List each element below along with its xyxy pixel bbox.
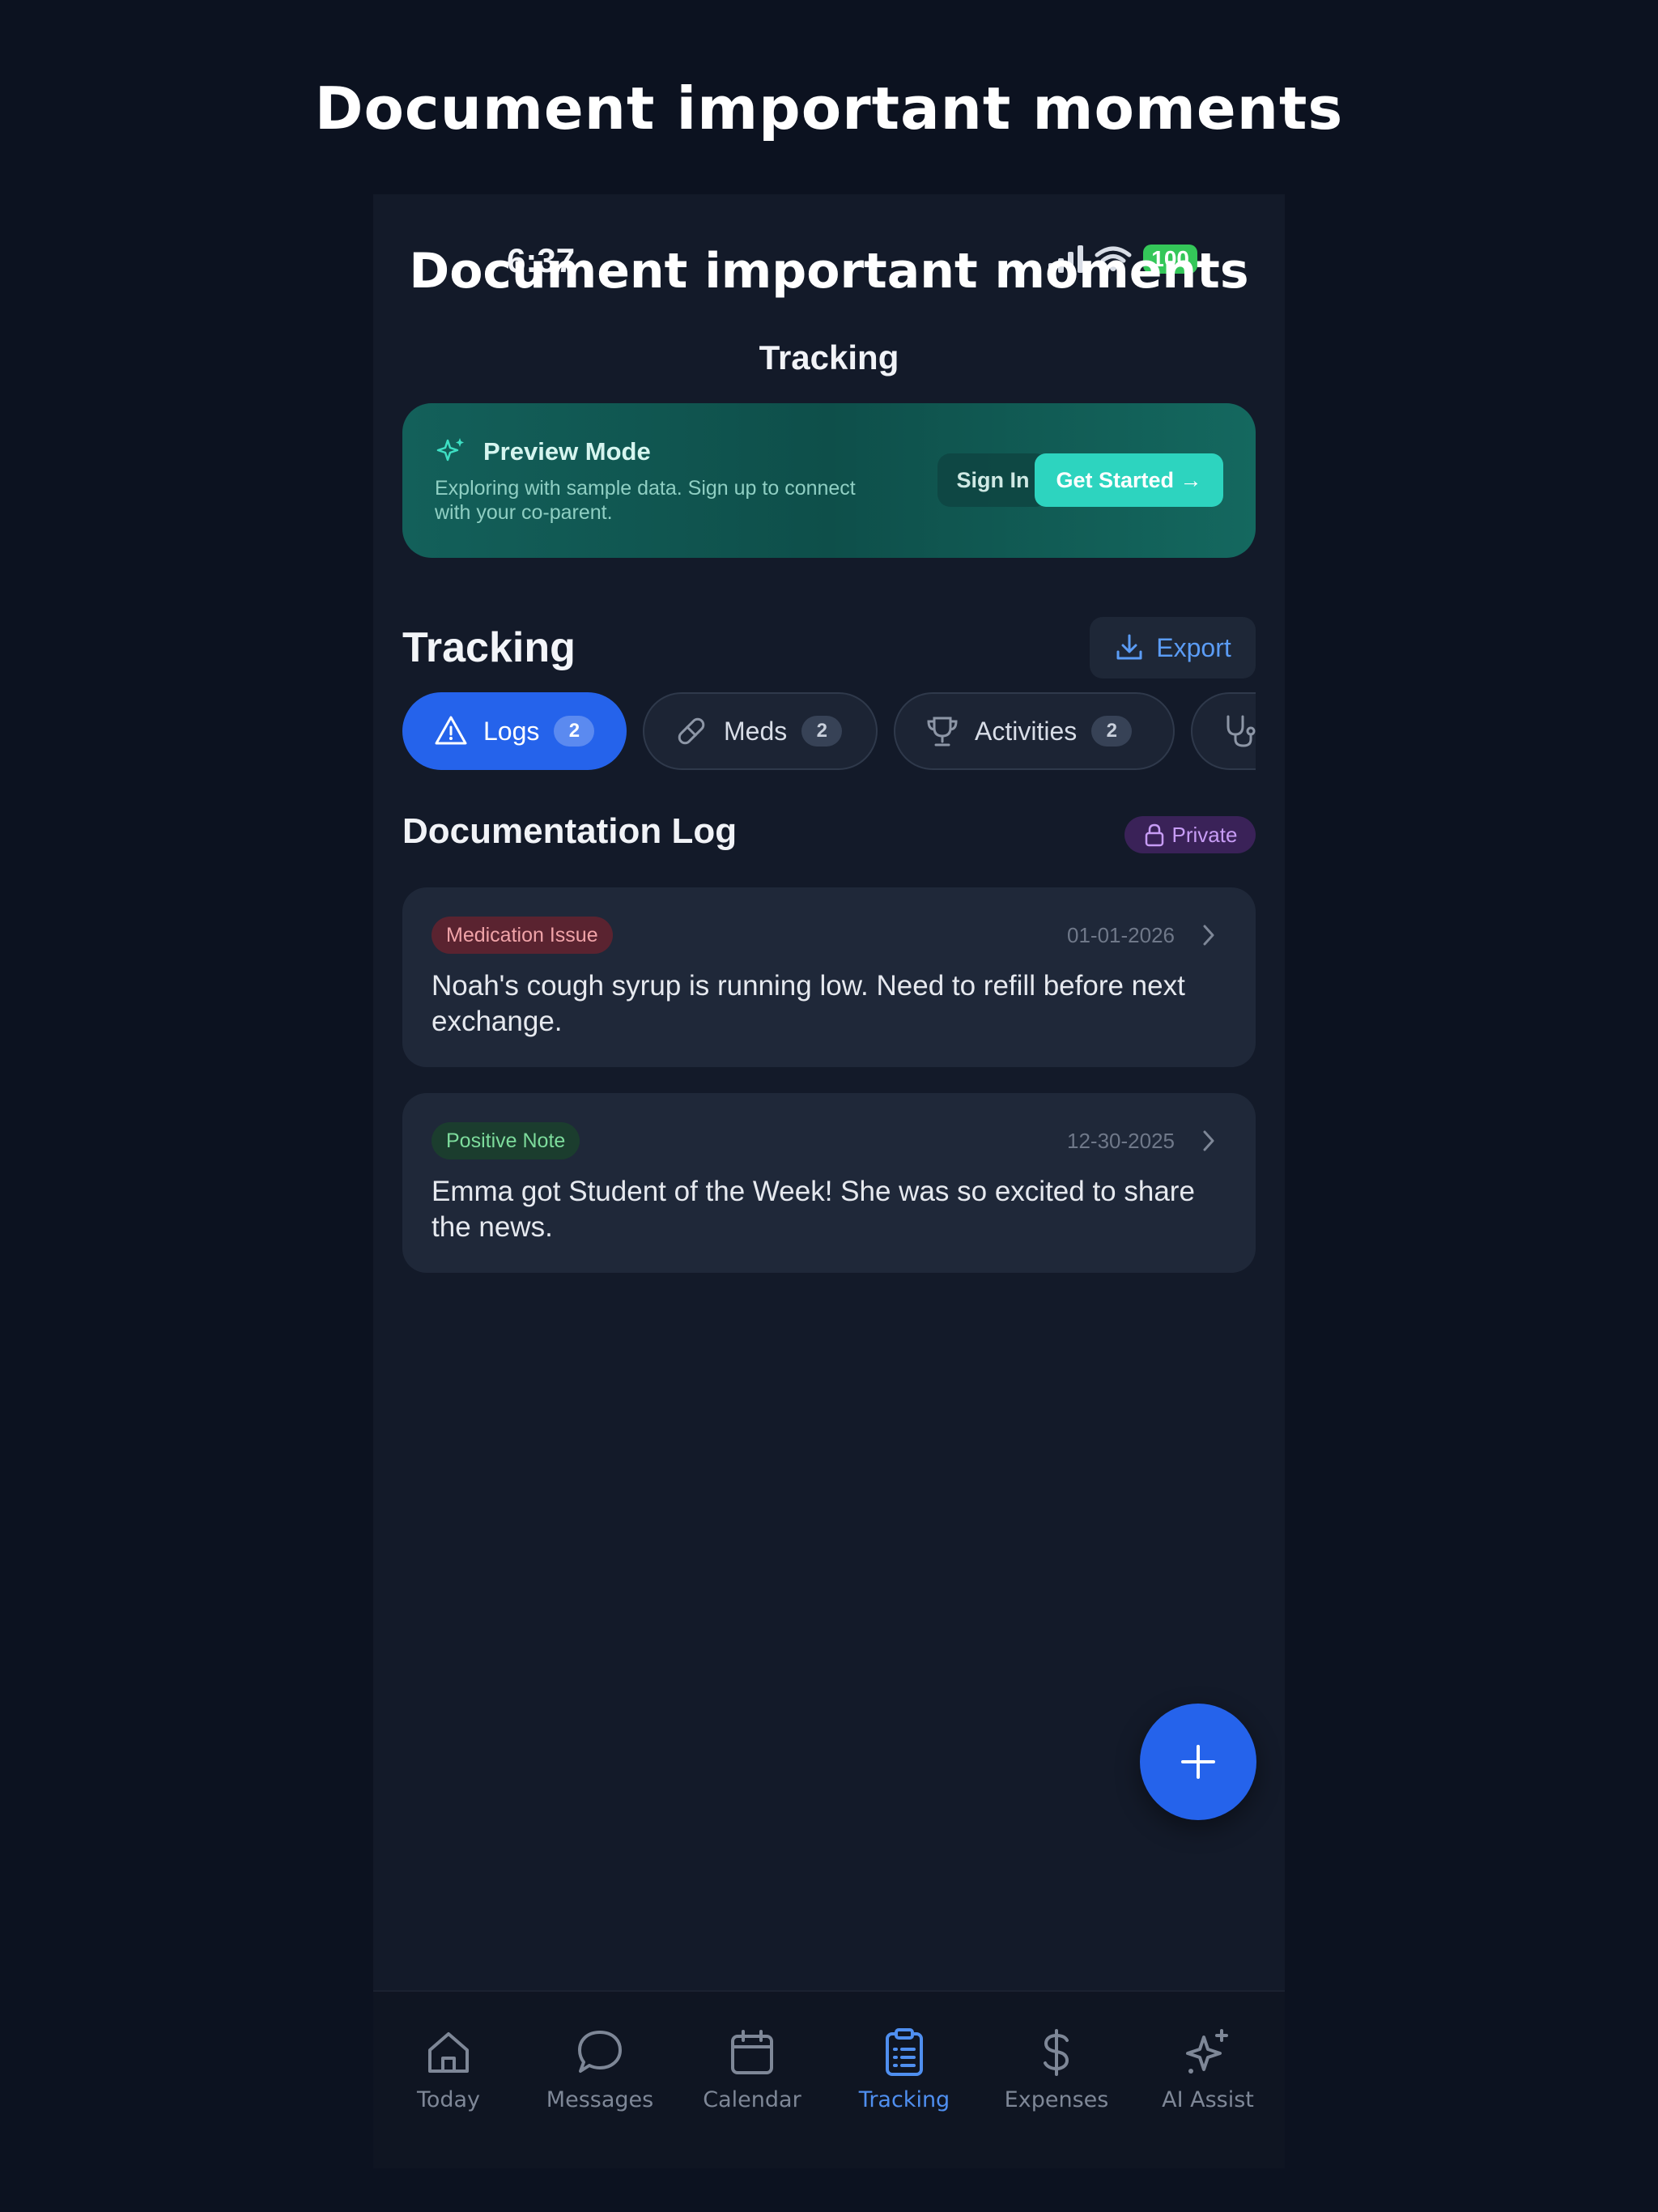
- plus-icon: [1181, 1745, 1215, 1779]
- bottom-tab-bar: Today Messages Calendar Tracking Expense…: [373, 1990, 1285, 2168]
- add-entry-button[interactable]: [1140, 1704, 1256, 1820]
- tab-expenses[interactable]: Expenses: [988, 2027, 1125, 2112]
- phone-screen: 6:37 100 Document important moments Trac…: [373, 194, 1285, 2168]
- private-label: Private: [1171, 822, 1238, 847]
- tab-label: Today: [416, 2087, 481, 2112]
- chevron-right-icon: [1203, 925, 1214, 946]
- section-title: Tracking: [402, 624, 576, 671]
- log-entry-card[interactable]: Positive Note 12-30-2025 Emma got Studen…: [402, 1093, 1256, 1273]
- tab-label: Tracking: [858, 2087, 950, 2112]
- tab-ai-assist[interactable]: AI Assist: [1139, 2027, 1277, 2112]
- tab-today[interactable]: Today: [380, 2027, 517, 2112]
- calendar-icon: [731, 2030, 773, 2074]
- chip-count: 2: [1091, 716, 1133, 747]
- pill-icon: [678, 717, 705, 745]
- lock-icon: [1145, 823, 1163, 847]
- tab-calendar[interactable]: Calendar: [683, 2027, 821, 2112]
- category-tag: Medication Issue: [432, 917, 613, 954]
- sign-in-button[interactable]: Sign In: [937, 453, 1048, 507]
- tab-messages[interactable]: Messages: [531, 2027, 669, 2112]
- chip-count: 2: [554, 716, 595, 747]
- category-tag: Positive Note: [432, 1122, 580, 1159]
- entry-date: 01-01-2026: [1067, 923, 1175, 947]
- banner-description: Exploring with sample data. Sign up to c…: [435, 477, 856, 524]
- trophy-icon: [927, 717, 958, 747]
- chip-health[interactable]: [1191, 692, 1256, 770]
- get-started-button[interactable]: Get Started →: [1035, 453, 1223, 507]
- tab-label: Calendar: [703, 2087, 801, 2112]
- preview-mode-banner: Preview Mode Exploring with sample data.…: [402, 403, 1256, 558]
- promo-title: Document important moments: [314, 74, 1344, 143]
- chevron-right-icon: [1203, 1130, 1214, 1151]
- private-badge: Private: [1124, 816, 1256, 853]
- chip-label: Logs: [483, 716, 540, 746]
- tab-label: Messages: [546, 2087, 654, 2112]
- nav-title: Tracking: [759, 338, 899, 376]
- chat-bubble-icon: [578, 2031, 622, 2073]
- filter-chips: Logs 2 Meds 2 Activities 2: [402, 692, 1256, 770]
- log-entry-card[interactable]: Medication Issue 01-01-2026 Noah's cough…: [402, 887, 1256, 1067]
- sparkle-icon: [436, 438, 464, 462]
- chip-activities[interactable]: Activities 2: [894, 692, 1175, 770]
- chip-logs[interactable]: Logs 2: [402, 692, 627, 770]
- dollar-icon: [1044, 2029, 1069, 2076]
- stethoscope-icon: [1226, 715, 1256, 747]
- download-icon: [1116, 634, 1142, 660]
- sparkle-icon: [1186, 2029, 1228, 2074]
- entry-date: 12-30-2025: [1067, 1129, 1175, 1153]
- chip-label: Meds: [724, 716, 788, 746]
- documentation-log-title: Documentation Log: [402, 811, 738, 851]
- chip-label: Activities: [975, 716, 1078, 746]
- tab-tracking[interactable]: Tracking: [835, 2027, 973, 2112]
- entry-text: Emma got Student of the Week! She was so…: [432, 1176, 1195, 1243]
- warning-triangle-icon: [435, 716, 467, 745]
- entry-text: Noah's cough syrup is running low. Need …: [432, 970, 1185, 1037]
- tab-label: Expenses: [1004, 2087, 1109, 2112]
- tab-label: AI Assist: [1162, 2087, 1254, 2112]
- export-button[interactable]: Export: [1090, 617, 1256, 678]
- overlay-title: Document important moments: [409, 243, 1249, 300]
- export-label: Export: [1156, 632, 1231, 662]
- banner-title: Preview Mode: [483, 437, 651, 466]
- chip-count: 2: [801, 716, 843, 747]
- chip-meds[interactable]: Meds 2: [643, 692, 878, 770]
- home-icon: [428, 2032, 469, 2073]
- clipboard-icon: [886, 2028, 923, 2076]
